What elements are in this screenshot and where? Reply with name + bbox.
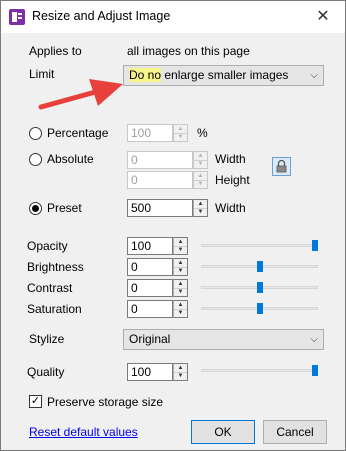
absolute-height-input[interactable]: 0	[127, 171, 193, 189]
spin-down-icon[interactable]: ▼	[174, 372, 187, 380]
chevron-down-icon: ⌵	[310, 334, 318, 345]
stylize-dropdown[interactable]: Original ⌵	[123, 329, 324, 350]
opacity-input[interactable]: 100	[127, 237, 173, 255]
absolute-label: Absolute	[47, 152, 94, 166]
spin-down-icon[interactable]: ▼	[194, 180, 207, 188]
contrast-slider-thumb[interactable]	[256, 282, 263, 293]
limit-value: enlarge smaller images	[161, 68, 289, 82]
brightness-spinner[interactable]: ▲ ▼	[173, 258, 188, 276]
quality-input[interactable]: 100	[127, 363, 173, 381]
saturation-input[interactable]: 0	[127, 300, 173, 318]
applies-to-label: Applies to	[29, 44, 82, 58]
preset-width-label: Width	[215, 201, 246, 215]
percent-unit: %	[197, 126, 208, 140]
absolute-width-label: Width	[215, 152, 246, 166]
close-icon[interactable]: ✕	[301, 1, 345, 33]
ok-button[interactable]: OK	[191, 420, 255, 444]
spin-down-icon[interactable]: ▼	[174, 133, 187, 141]
preset-radio[interactable]	[29, 202, 42, 215]
brightness-input[interactable]: 0	[127, 258, 173, 276]
preserve-storage-label: Preserve storage size	[47, 395, 164, 409]
opacity-label: Opacity	[27, 239, 68, 253]
resize-adjust-dialog: Resize and Adjust Image ✕ Applies to all…	[0, 0, 346, 451]
preset-spinner[interactable]: ▲ ▼	[193, 199, 208, 217]
opacity-slider[interactable]	[201, 244, 318, 247]
contrast-label: Contrast	[27, 281, 73, 295]
spin-down-icon[interactable]: ▼	[194, 160, 207, 168]
reset-default-link[interactable]: Reset default values	[29, 425, 138, 439]
preset-input[interactable]: 500	[127, 199, 193, 217]
quality-label: Quality	[27, 365, 65, 379]
limit-highlight: Do no	[129, 68, 162, 82]
lock-icon[interactable]	[272, 157, 291, 176]
spin-down-icon[interactable]: ▼	[174, 288, 187, 296]
absolute-radio[interactable]	[29, 153, 42, 166]
percentage-label: Percentage	[47, 126, 109, 140]
window-title: Resize and Adjust Image	[32, 9, 171, 23]
absolute-height-spinner[interactable]: ▲ ▼	[193, 171, 208, 189]
stylize-label: Stylize	[29, 332, 65, 346]
brightness-slider-thumb[interactable]	[256, 261, 263, 272]
spin-down-icon[interactable]: ▼	[174, 246, 187, 254]
spin-down-icon[interactable]: ▼	[174, 267, 187, 275]
quality-spinner[interactable]: ▲ ▼	[173, 363, 188, 381]
saturation-label: Saturation	[27, 302, 82, 316]
opacity-spinner[interactable]: ▲ ▼	[173, 237, 188, 255]
spin-down-icon[interactable]: ▼	[174, 309, 187, 317]
annotation-arrow	[38, 79, 123, 110]
spin-down-icon[interactable]: ▼	[194, 208, 207, 216]
quality-slider[interactable]	[201, 369, 318, 372]
percentage-spinner[interactable]: ▲ ▼	[173, 124, 188, 142]
percentage-input[interactable]: 100	[127, 124, 173, 142]
chevron-down-icon: ⌵	[310, 70, 318, 81]
brightness-label: Brightness	[27, 260, 84, 274]
onenote-app-icon	[9, 9, 25, 25]
absolute-height-label: Height	[215, 173, 250, 187]
opacity-slider-thumb[interactable]	[312, 240, 318, 251]
contrast-input[interactable]: 0	[127, 279, 173, 297]
absolute-width-input[interactable]: 0	[127, 151, 193, 169]
percentage-radio[interactable]	[29, 127, 42, 140]
title-bar: Resize and Adjust Image ✕	[1, 1, 345, 33]
absolute-width-spinner[interactable]: ▲ ▼	[193, 151, 208, 169]
stylize-value: Original	[129, 332, 171, 346]
saturation-slider-thumb[interactable]	[256, 303, 263, 314]
quality-slider-thumb[interactable]	[312, 365, 318, 376]
limit-dropdown[interactable]: Do no enlarge smaller images ⌵	[123, 65, 324, 86]
cancel-button[interactable]: Cancel	[263, 420, 327, 444]
saturation-spinner[interactable]: ▲ ▼	[173, 300, 188, 318]
applies-to-value: all images on this page	[127, 44, 250, 58]
preserve-storage-checkbox[interactable]: ✓	[29, 395, 42, 408]
preset-label: Preset	[47, 201, 82, 215]
contrast-spinner[interactable]: ▲ ▼	[173, 279, 188, 297]
